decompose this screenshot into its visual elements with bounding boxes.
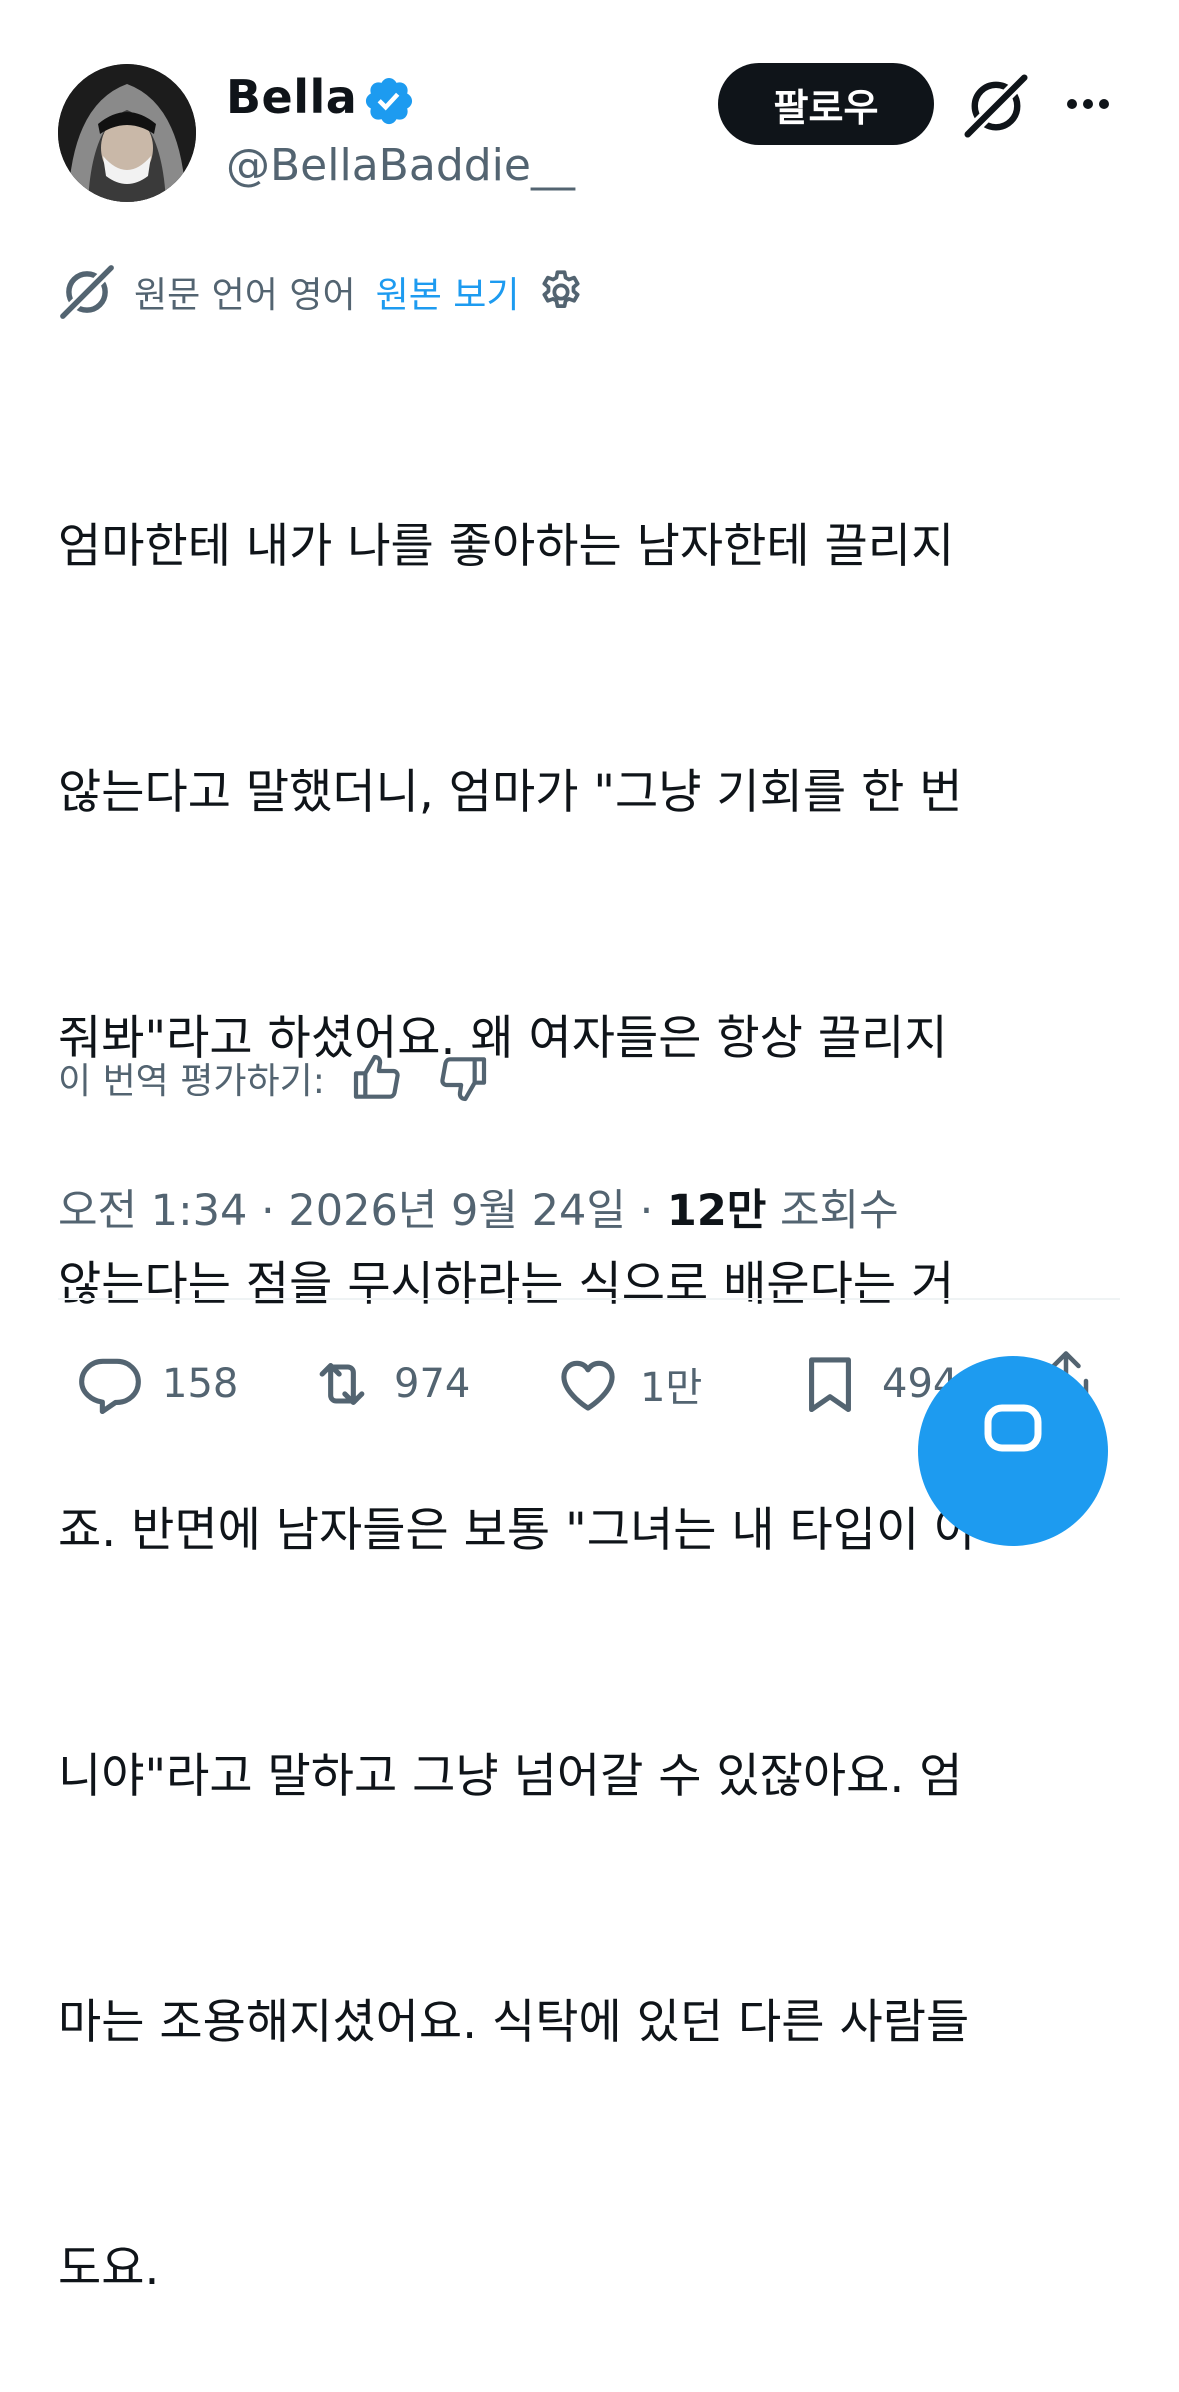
rate-translation: 이 번역 평가하기: xyxy=(58,1048,491,1108)
translation-label: 원문 언어 영어 xyxy=(134,275,356,316)
views-label: 조회수 xyxy=(780,1186,899,1236)
like-button[interactable]: 1만 xyxy=(554,1344,702,1424)
tweet-text-line: 않는다고 말했더니, 엄마가 "그냥 기회를 한 번 xyxy=(58,765,963,820)
tweet-text-line: 않는다는 점을 무시하라는 식으로 배운다는 거 xyxy=(58,1257,955,1312)
compose-icon xyxy=(984,1404,1042,1452)
follow-button[interactable]: 팔로우 xyxy=(718,63,934,145)
tweet-time[interactable]: 오전 1:34 xyxy=(58,1186,247,1236)
tweet-date[interactable]: 2026년 9월 24일 xyxy=(288,1186,626,1236)
reply-button[interactable]: 158 xyxy=(76,1344,238,1424)
retweet-count: 974 xyxy=(394,1361,471,1407)
tweet-text-line: 엄마한테 내가 나를 좋아하는 남자한테 끌리지 xyxy=(58,519,955,574)
thumbs-up-icon[interactable] xyxy=(349,1050,405,1106)
tweet-text-line: 도요. xyxy=(58,2241,160,2296)
retweet-icon xyxy=(319,1363,365,1405)
like-icon xyxy=(561,1360,615,1411)
display-name[interactable]: Bella xyxy=(226,70,357,124)
rate-translation-label: 이 번역 평가하기: xyxy=(58,1061,325,1102)
tweet-text-line: 니야"라고 말하고 그냥 넘어갈 수 있잖아요. 엄 xyxy=(58,1749,963,1804)
thumbs-down-icon[interactable] xyxy=(435,1050,491,1106)
divider xyxy=(58,1298,1120,1300)
reply-icon xyxy=(79,1358,141,1415)
like-count: 1만 xyxy=(640,1365,703,1411)
retweet-button[interactable]: 974 xyxy=(308,1344,470,1424)
avatar[interactable] xyxy=(58,64,196,202)
views-count: 12만 xyxy=(666,1186,767,1236)
gear-icon[interactable] xyxy=(536,267,586,317)
grok-icon[interactable] xyxy=(962,72,1030,140)
more-icon[interactable] xyxy=(1058,84,1118,124)
tweet-text-line: 마는 조용해지셨어요. 식탁에 있던 다른 사람들 xyxy=(58,1995,970,2050)
reply-count: 158 xyxy=(162,1361,239,1407)
tweet-meta: 오전 1:34 · 2026년 9월 24일 · 12만 조회수 xyxy=(58,1186,899,1236)
grok-icon xyxy=(60,265,114,319)
compose-fab-button[interactable] xyxy=(918,1356,1108,1546)
verified-badge-icon xyxy=(365,77,413,125)
translation-notice: 원문 언어 영어 원본 보기 xyxy=(58,262,586,322)
view-original-link[interactable]: 원본 보기 xyxy=(376,266,520,318)
user-handle[interactable]: @BellaBaddie__ xyxy=(226,140,575,191)
bookmark-icon xyxy=(809,1357,851,1413)
